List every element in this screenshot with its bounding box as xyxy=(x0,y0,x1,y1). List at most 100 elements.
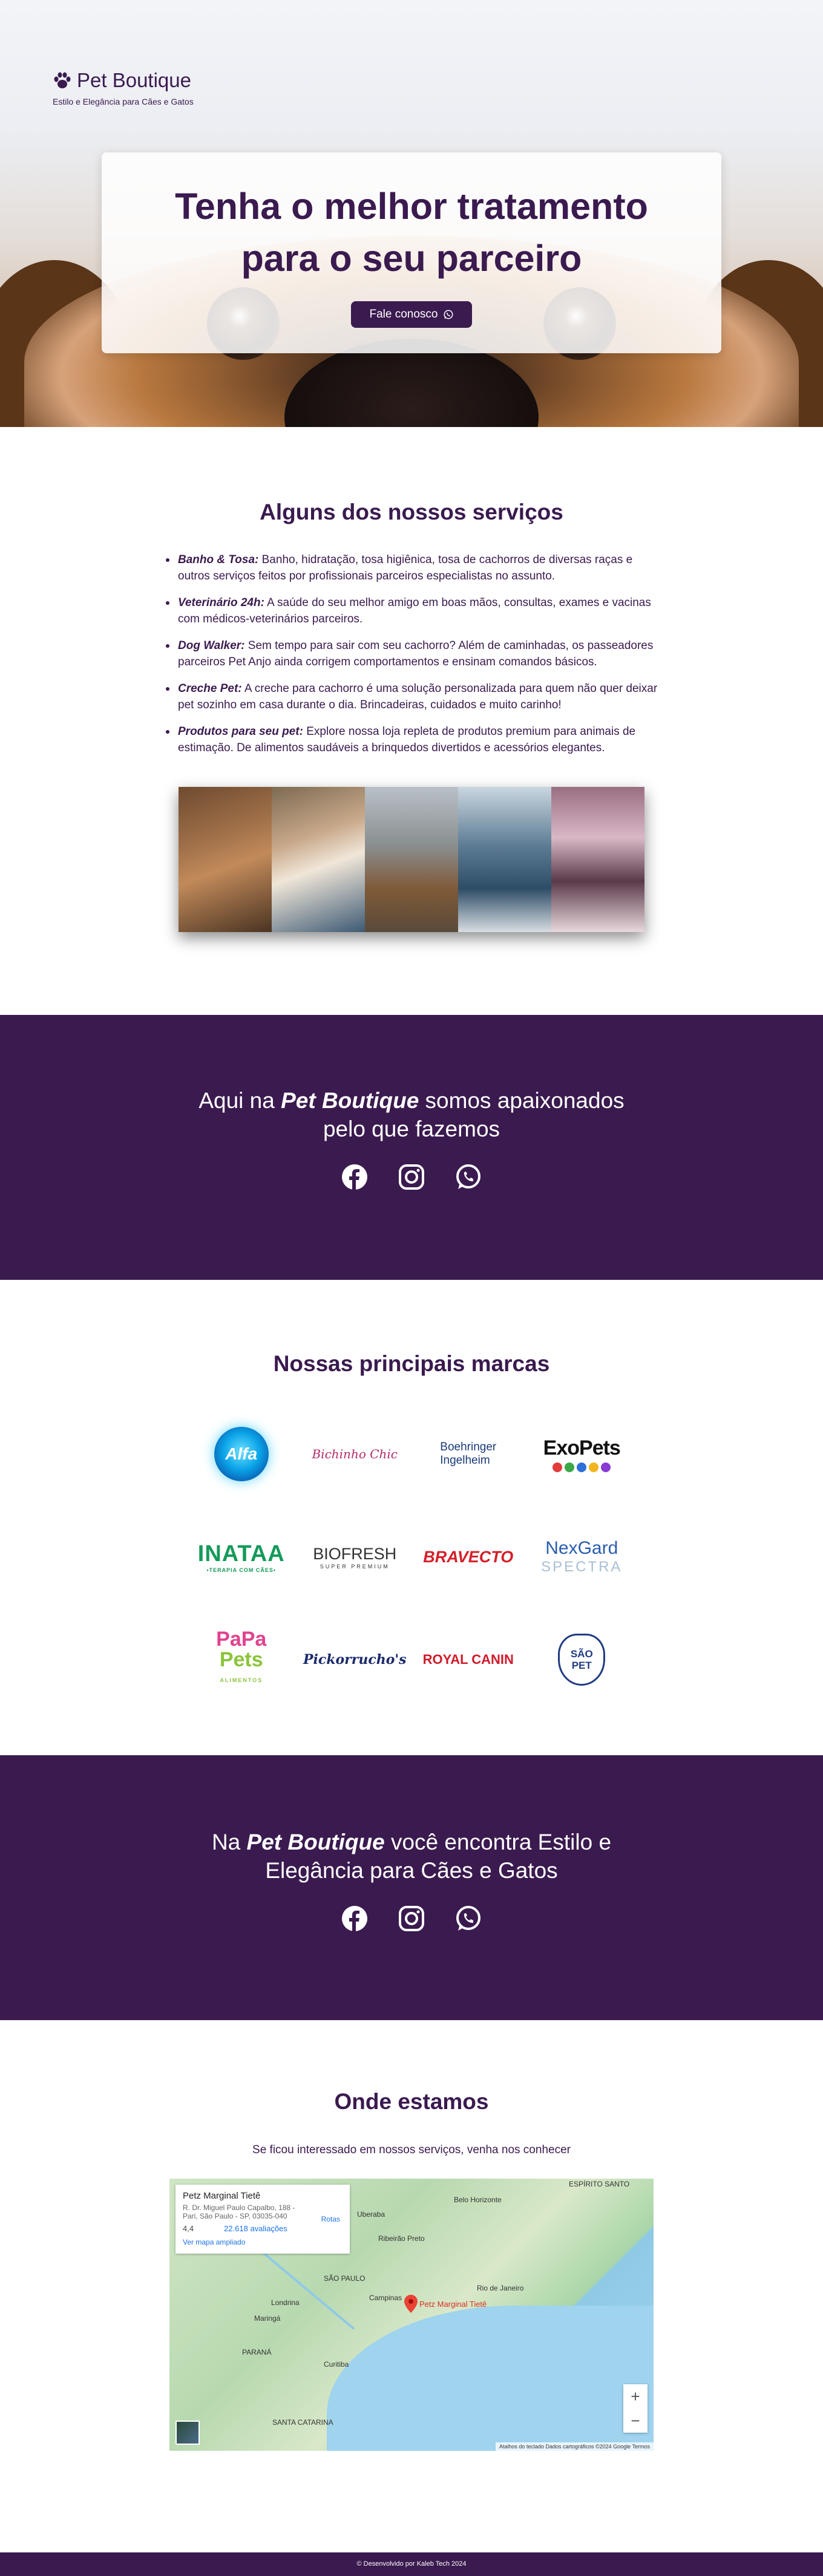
brand-logo-inataa: INATAA •TERAPIA COM CÃES• xyxy=(185,1513,298,1600)
service-name: Banho & Tosa: xyxy=(178,553,259,566)
map-label: SÃO PAULO xyxy=(324,2274,366,2283)
gallery-photo-bath xyxy=(179,787,272,932)
exopets-dot xyxy=(589,1462,599,1472)
contact-button[interactable]: Fale conosco xyxy=(351,301,472,328)
brand-logo-alfa: Alfa xyxy=(185,1410,298,1498)
service-name: Dog Walker: xyxy=(178,639,245,652)
map-attribution: Atalhos do teclado Dados cartográficos ©… xyxy=(495,2442,654,2451)
brand-logo-pickorruchos: Pickorrucho's xyxy=(298,1616,412,1703)
papa-sub: ALIMENTOS xyxy=(220,1677,263,1683)
brand-logo-bravecto: BRAVECTO xyxy=(412,1513,525,1600)
footer-text: © Desenvolvido por Kaleb Tech 2024 xyxy=(356,2560,467,2568)
brand-logo[interactable]: Pet Boutique Estilo e Elegância para Cãe… xyxy=(53,69,194,106)
gallery-photo-family xyxy=(272,787,365,932)
instagram-icon[interactable] xyxy=(398,1905,425,1932)
map-label: SANTA CATARINA xyxy=(272,2418,333,2427)
store-brand: Pet Boutique xyxy=(246,1830,385,1854)
boehringer-line: Boehringer xyxy=(440,1441,497,1453)
store-line: Na Pet Boutique você encontra Estilo e xyxy=(0,1828,823,1856)
boehringer-logo: Boehringer Ingelheim xyxy=(440,1441,496,1467)
inataa-sub: •TERAPIA COM CÃES• xyxy=(206,1567,276,1573)
passion-section: Aqui na Pet Boutique somos apaixonados p… xyxy=(0,1015,823,1280)
brand-logo-sao-pet: SÃO PET xyxy=(525,1616,639,1703)
map-place-rating: 4,4 xyxy=(183,2224,194,2233)
whatsapp-icon xyxy=(444,310,453,319)
whatsapp-icon[interactable] xyxy=(455,1905,482,1932)
list-item: Dog Walker: Sem tempo para sair com seu … xyxy=(163,637,660,670)
passion-suffix: somos apaixonados xyxy=(419,1088,625,1113)
exopets-dot xyxy=(577,1462,587,1472)
exopets-dot xyxy=(565,1462,575,1472)
map-zoom-out-button[interactable]: − xyxy=(623,2408,648,2433)
map-pin-icon[interactable] xyxy=(404,2295,418,2313)
social-links xyxy=(0,1905,823,1932)
map-label: Maringá xyxy=(254,2314,281,2323)
biofresh-sub: SUPER PREMIUM xyxy=(320,1563,390,1570)
map-satellite-toggle[interactable] xyxy=(175,2421,200,2445)
inataa-logo: INATAA •TERAPIA COM CÃES• xyxy=(198,1541,285,1573)
contact-button-label: Fale conosco xyxy=(369,308,438,321)
brand-logo-papapets: PaPa Pets ALIMENTOS xyxy=(185,1616,298,1703)
pickorruchos-logo: Pickorrucho's xyxy=(303,1652,407,1668)
hero-section: Pet Boutique Estilo e Elegância para Cãe… xyxy=(0,0,823,427)
location-section: Onde estamos Se ficou interessado em nos… xyxy=(0,2020,823,2552)
brand-logo-boehringer: Boehringer Ingelheim xyxy=(412,1410,525,1498)
gallery-photo-shop xyxy=(551,787,644,932)
map-place-card: Petz Marginal Tietê R. Dr. Miguel Paulo … xyxy=(175,2185,350,2254)
map-place-rating-row: 4,4 22.618 avaliações xyxy=(183,2224,343,2233)
list-item: Banho & Tosa: Banho, hidratação, tosa hi… xyxy=(163,552,660,584)
map-zoom-in-button[interactable]: + xyxy=(623,2384,648,2408)
map-zoom-controls: + − xyxy=(623,2384,648,2433)
brands-section: Nossas principais marcas Alfa Bichinho C… xyxy=(0,1280,823,1755)
map-label: Rio de Janeiro xyxy=(477,2284,524,2292)
map-larger-link[interactable]: Ver mapa ampliado xyxy=(183,2238,343,2246)
hero-card: Tenha o melhor tratamento para o seu par… xyxy=(102,152,721,353)
services-photo-gallery xyxy=(179,787,644,932)
passion-line: Aqui na Pet Boutique somos apaixonados xyxy=(0,1086,823,1115)
services-section: Alguns dos nossos serviços Banho & Tosa:… xyxy=(0,427,823,1015)
map-label: PARANÁ xyxy=(242,2348,272,2356)
store-prefix: Na xyxy=(211,1830,247,1854)
passion-prefix: Aqui na xyxy=(198,1088,281,1113)
map-pin-label: Petz Marginal Tietê xyxy=(419,2300,487,2309)
map-label: Uberaba xyxy=(357,2210,385,2219)
list-item: Veterinário 24h: A saúde do seu melhor a… xyxy=(163,595,660,627)
hero-title: Tenha o melhor tratamento para o seu par… xyxy=(102,180,721,284)
map-label: ESPÍRITO SANTO xyxy=(569,2180,630,2188)
location-title: Onde estamos xyxy=(334,2089,489,2114)
passion-line: pelo que fazemos xyxy=(323,1117,500,1141)
facebook-icon[interactable] xyxy=(341,1905,368,1932)
whatsapp-icon[interactable] xyxy=(455,1164,482,1190)
nexgard-name: NexGard xyxy=(545,1538,618,1558)
exopets-dot xyxy=(601,1462,611,1472)
hero-title-line: Tenha o melhor tratamento xyxy=(175,186,648,227)
service-description: A creche para cachorro é uma solução per… xyxy=(178,682,658,711)
service-name: Produtos para seu pet: xyxy=(178,725,303,738)
location-subtitle: Se ficou interessado em nossos serviços,… xyxy=(252,2144,571,2156)
gallery-photo-dog-walker xyxy=(365,787,458,932)
brand-name: Pet Boutique xyxy=(77,69,191,91)
map-label: Campinas xyxy=(369,2294,402,2302)
nexgard-sub: SPECTRA xyxy=(541,1559,623,1575)
store-section: Na Pet Boutique você encontra Estilo e E… xyxy=(0,1755,823,2020)
biofresh-logo: BIOFRESH SUPER PREMIUM xyxy=(313,1545,396,1570)
exopets-dots xyxy=(552,1462,611,1472)
pets-word: Pets xyxy=(219,1648,263,1671)
brands-title: Nossas principais marcas xyxy=(273,1351,550,1376)
exopets-dot xyxy=(552,1462,563,1472)
google-map-embed[interactable]: Belo Horizonte ESPÍRITO SANTO Uberaba Ri… xyxy=(169,2179,654,2451)
store-text: Na Pet Boutique você encontra Estilo e E… xyxy=(0,1828,823,1885)
exopets-logo: ExoPets xyxy=(543,1436,621,1459)
alfa-logo: Alfa xyxy=(214,1427,269,1481)
facebook-icon[interactable] xyxy=(341,1164,368,1190)
map-label: Ribeirão Preto xyxy=(378,2234,425,2243)
bichinho-chic-logo: Bichinho Chic xyxy=(312,1447,398,1461)
map-place-reviews-link[interactable]: 22.618 avaliações xyxy=(224,2224,287,2233)
instagram-icon[interactable] xyxy=(398,1164,425,1190)
map-directions-link[interactable]: Rotas xyxy=(321,2215,340,2223)
service-name: Creche Pet: xyxy=(178,682,242,695)
papa-word: PaPa xyxy=(216,1628,267,1651)
boehringer-line: Ingelheim xyxy=(440,1454,490,1467)
social-links xyxy=(0,1164,823,1190)
footer: © Desenvolvido por Kaleb Tech 2024 xyxy=(0,2552,823,2576)
